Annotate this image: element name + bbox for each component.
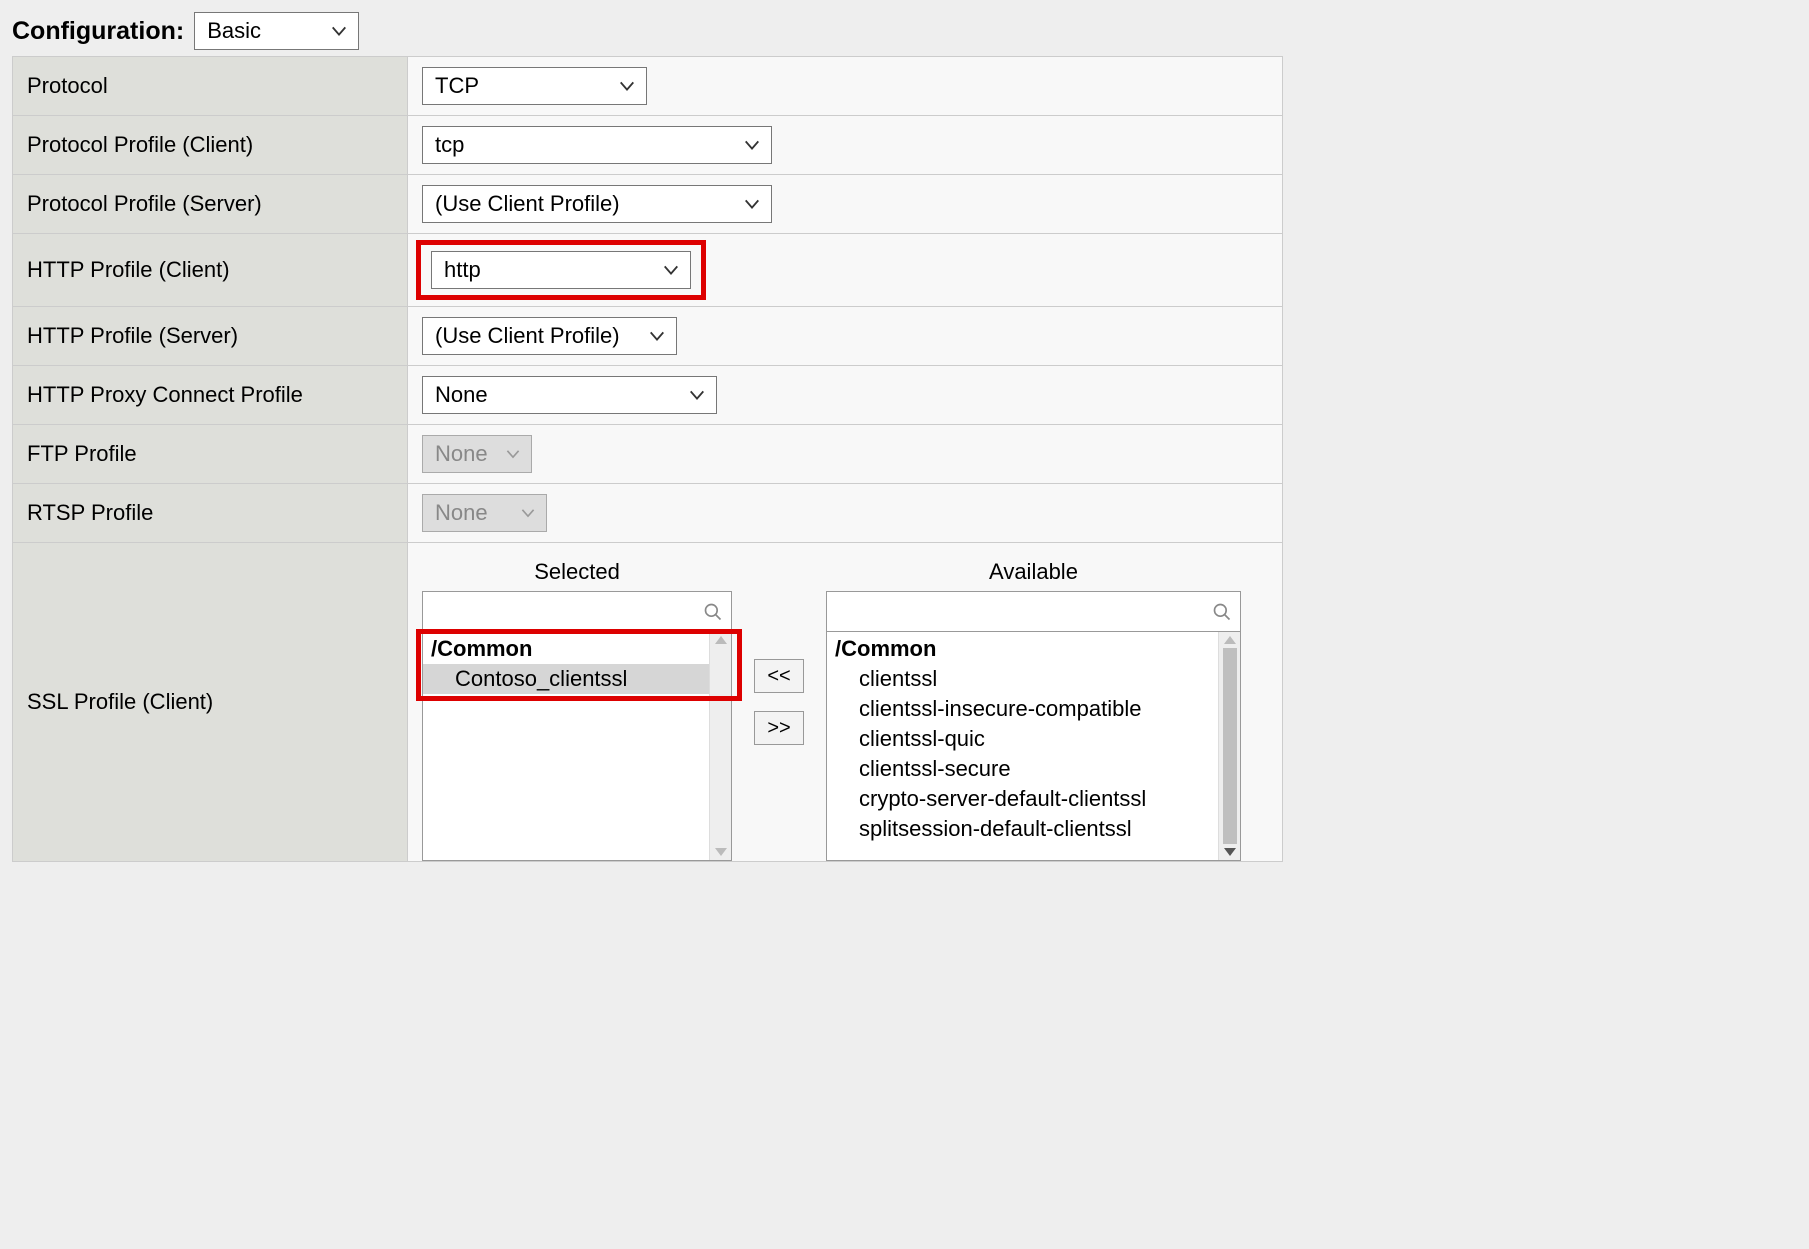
- select-pp-server[interactable]: (Use Client Profile): [422, 185, 772, 223]
- highlight-http-client: http: [416, 240, 706, 300]
- select-http-client[interactable]: http: [431, 251, 691, 289]
- configuration-select[interactable]: Basic: [194, 12, 359, 50]
- scrollbar[interactable]: [1218, 632, 1240, 860]
- ssl-selected-listbox[interactable]: /Common Contoso_clientssl: [422, 591, 732, 861]
- ssl-selected-group: /Common: [423, 632, 709, 664]
- select-protocol[interactable]: TCP: [422, 67, 647, 105]
- triangle-down-icon: [1224, 848, 1236, 856]
- ssl-selected-search[interactable]: [423, 592, 731, 632]
- label-ftp: FTP Profile: [13, 425, 408, 484]
- row-protocol: Protocol TCP: [13, 57, 1283, 116]
- select-ftp: None: [422, 435, 532, 473]
- select-http-server[interactable]: (Use Client Profile): [422, 317, 677, 355]
- list-item[interactable]: clientssl-insecure-compatible: [827, 694, 1218, 724]
- ssl-selected-heading: Selected: [534, 559, 620, 585]
- scrollbar[interactable]: [709, 632, 731, 860]
- chevron-down-icon: [330, 22, 348, 40]
- row-rtsp-profile: RTSP Profile None: [13, 484, 1283, 543]
- label-pp-client: Protocol Profile (Client): [13, 116, 408, 175]
- configuration-form-table: Protocol TCP Protocol Profile (Client) t…: [12, 56, 1283, 862]
- select-http-proxy[interactable]: None: [422, 376, 717, 414]
- label-http-server: HTTP Profile (Server): [13, 307, 408, 366]
- list-item[interactable]: splitsession-default-clientssl: [827, 814, 1218, 844]
- chevron-down-icon: [505, 446, 521, 462]
- configuration-label: Configuration:: [12, 17, 184, 46]
- row-ftp-profile: FTP Profile None: [13, 425, 1283, 484]
- configuration-value: Basic: [207, 18, 261, 44]
- ssl-selected-column: Selected /Common Contoso_clientssl: [422, 559, 732, 861]
- configuration-header: Configuration: Basic: [12, 12, 1797, 50]
- row-http-profile-server: HTTP Profile (Server) (Use Client Profil…: [13, 307, 1283, 366]
- chevron-down-icon: [662, 261, 680, 279]
- ssl-move-buttons: << >>: [754, 559, 804, 745]
- ssl-available-listbox[interactable]: /Common clientssl clientssl-insecure-com…: [826, 591, 1241, 861]
- triangle-up-icon: [715, 636, 727, 644]
- chevron-down-icon: [520, 505, 536, 521]
- list-item[interactable]: clientssl-quic: [827, 724, 1218, 754]
- ssl-available-heading: Available: [989, 559, 1078, 585]
- search-icon: [703, 602, 723, 622]
- label-pp-server: Protocol Profile (Server): [13, 175, 408, 234]
- label-rtsp: RTSP Profile: [13, 484, 408, 543]
- list-item[interactable]: clientssl: [827, 664, 1218, 694]
- label-http-proxy: HTTP Proxy Connect Profile: [13, 366, 408, 425]
- label-http-client: HTTP Profile (Client): [13, 234, 408, 307]
- ssl-available-search[interactable]: [827, 592, 1240, 632]
- ssl-available-group: /Common: [827, 632, 1218, 664]
- move-left-button[interactable]: <<: [754, 659, 804, 693]
- triangle-down-icon: [715, 848, 727, 856]
- row-protocol-profile-server: Protocol Profile (Server) (Use Client Pr…: [13, 175, 1283, 234]
- list-item[interactable]: Contoso_clientssl: [423, 664, 709, 694]
- select-rtsp: None: [422, 494, 547, 532]
- chevron-down-icon: [743, 195, 761, 213]
- chevron-down-icon: [618, 77, 636, 95]
- row-protocol-profile-client: Protocol Profile (Client) tcp: [13, 116, 1283, 175]
- list-item[interactable]: clientssl-secure: [827, 754, 1218, 784]
- select-pp-client[interactable]: tcp: [422, 126, 772, 164]
- ssl-available-column: Available /Common clientssl clientssl-in…: [826, 559, 1241, 861]
- ssl-dual-list: Selected /Common Contoso_clientssl: [422, 555, 1268, 861]
- chevron-down-icon: [743, 136, 761, 154]
- chevron-down-icon: [648, 327, 666, 345]
- row-ssl-profile-client: SSL Profile (Client) Selected /Common Co…: [13, 543, 1283, 862]
- chevron-down-icon: [688, 386, 706, 404]
- row-http-proxy-connect: HTTP Proxy Connect Profile None: [13, 366, 1283, 425]
- list-item[interactable]: crypto-server-default-clientssl: [827, 784, 1218, 814]
- move-right-button[interactable]: >>: [754, 711, 804, 745]
- label-ssl-client: SSL Profile (Client): [13, 543, 408, 862]
- row-http-profile-client: HTTP Profile (Client) http: [13, 234, 1283, 307]
- label-protocol: Protocol: [13, 57, 408, 116]
- triangle-up-icon: [1224, 636, 1236, 644]
- search-icon: [1212, 602, 1232, 622]
